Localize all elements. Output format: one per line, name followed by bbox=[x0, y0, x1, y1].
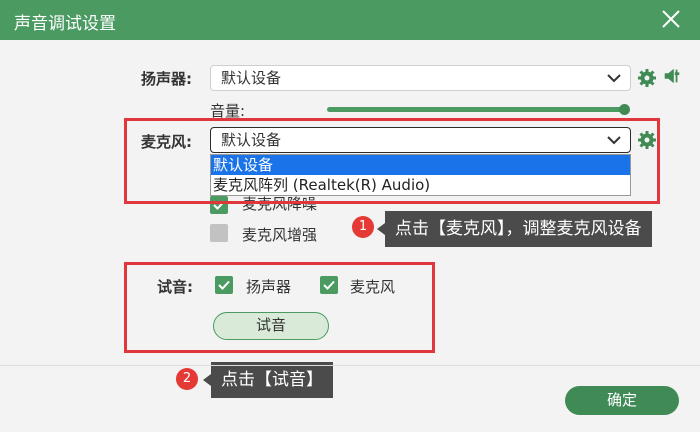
gear-icon[interactable] bbox=[637, 68, 657, 88]
speaker-select[interactable]: 默认设备 bbox=[210, 65, 631, 91]
callout-2: 点击【试音】 bbox=[203, 362, 333, 398]
test-sound-button[interactable]: 试音 bbox=[213, 312, 329, 340]
boost-label: 麦克风增强 bbox=[242, 226, 318, 244]
callout-2-text: 点击【试音】 bbox=[221, 370, 323, 390]
check-icon bbox=[323, 280, 335, 290]
test-mic-label: 麦克风 bbox=[350, 278, 396, 296]
speaker-select-value: 默认设备 bbox=[221, 69, 282, 87]
test-speaker-checkbox[interactable] bbox=[215, 276, 233, 294]
volume-slider-thumb[interactable] bbox=[619, 104, 630, 115]
confirm-button[interactable]: 确定 bbox=[565, 386, 679, 415]
close-icon[interactable] bbox=[660, 8, 682, 30]
callout-number-1: 1 bbox=[352, 216, 374, 238]
test-speaker-label: 扬声器 bbox=[246, 278, 292, 296]
chevron-down-icon bbox=[607, 74, 621, 83]
callout-1: 点击【麦克风】，调整麦克风设备 bbox=[377, 211, 652, 247]
test-mic-checkbox[interactable] bbox=[320, 276, 338, 294]
title-bar: 声音调试设置 bbox=[0, 0, 700, 40]
highlight-box-mic bbox=[124, 118, 660, 204]
speaker-label: 扬声器: bbox=[141, 70, 192, 88]
callout-1-text: 点击【麦克风】，调整麦克风设备 bbox=[395, 219, 642, 239]
volume-slider-track[interactable] bbox=[327, 107, 625, 112]
speaker-volume-icon[interactable] bbox=[662, 66, 682, 86]
dialog-title: 声音调试设置 bbox=[14, 14, 116, 34]
callout-number-2: 2 bbox=[176, 368, 198, 390]
check-icon bbox=[218, 280, 230, 290]
boost-checkbox[interactable] bbox=[210, 224, 228, 242]
test-label: 试音: bbox=[157, 278, 193, 296]
footer-divider bbox=[0, 365, 700, 366]
